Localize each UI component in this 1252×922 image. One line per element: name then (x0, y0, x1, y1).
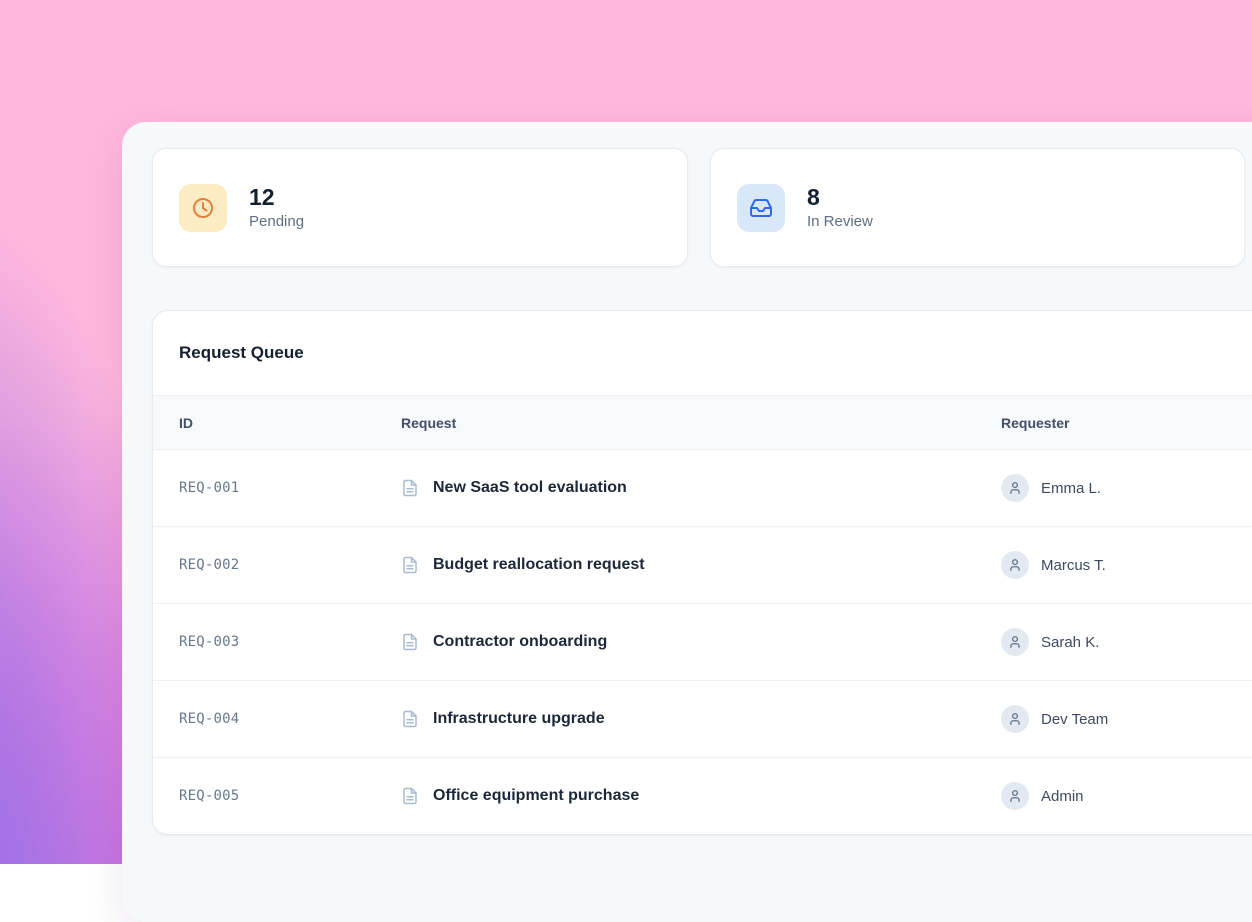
request-title: Office equipment purchase (433, 787, 639, 805)
table-row[interactable]: REQ-004 Infrastructure upgrade Dev Team (153, 681, 1252, 758)
file-text-icon (401, 710, 419, 728)
request-title: Contractor onboarding (433, 633, 607, 651)
request-id: REQ-004 (179, 711, 401, 727)
in-review-count: 8 (807, 185, 873, 210)
table-row[interactable]: REQ-003 Contractor onboarding Sarah K. (153, 604, 1252, 681)
table-row[interactable]: REQ-002 Budget reallocation request Marc… (153, 527, 1252, 604)
requester-name: Admin (1041, 788, 1084, 805)
column-header-request: Request (401, 415, 1001, 431)
request-id: REQ-003 (179, 634, 401, 650)
request-id: REQ-001 (179, 480, 401, 496)
table-row[interactable]: REQ-005 Office equipment purchase Admin (153, 758, 1252, 834)
main-panel: 12 Pending 8 In Review Request Queue (122, 122, 1252, 922)
avatar (1001, 705, 1029, 733)
clock-icon (179, 184, 227, 232)
file-text-icon (401, 633, 419, 651)
column-header-requester: Requester (1001, 415, 1252, 431)
file-text-icon (401, 479, 419, 497)
avatar (1001, 782, 1029, 810)
requester-name: Sarah K. (1041, 634, 1099, 651)
requester-name: Dev Team (1041, 711, 1108, 728)
file-text-icon (401, 556, 419, 574)
pending-label: Pending (249, 213, 304, 230)
avatar (1001, 628, 1029, 656)
requester-name: Marcus T. (1041, 557, 1106, 574)
inbox-icon (737, 184, 785, 232)
table-title: Request Queue (153, 311, 1252, 396)
table-row[interactable]: REQ-001 New SaaS tool evaluation Emma L. (153, 450, 1252, 527)
request-title: Infrastructure upgrade (433, 710, 605, 728)
request-id: REQ-002 (179, 557, 401, 573)
stat-card-pending: 12 Pending (152, 148, 688, 267)
avatar (1001, 474, 1029, 502)
request-title: New SaaS tool evaluation (433, 479, 627, 497)
requester-name: Emma L. (1041, 480, 1101, 497)
avatar (1001, 551, 1029, 579)
in-review-label: In Review (807, 213, 873, 230)
stats-row: 12 Pending 8 In Review (152, 148, 1252, 267)
table-header-row: ID Request Requester (153, 396, 1252, 450)
file-text-icon (401, 787, 419, 805)
request-id: REQ-005 (179, 788, 401, 804)
request-title: Budget reallocation request (433, 556, 645, 574)
stat-card-in-review: 8 In Review (710, 148, 1245, 267)
column-header-id: ID (179, 415, 401, 431)
request-queue-card: Request Queue ID Request Requester REQ-0… (152, 310, 1252, 835)
pending-count: 12 (249, 185, 304, 210)
